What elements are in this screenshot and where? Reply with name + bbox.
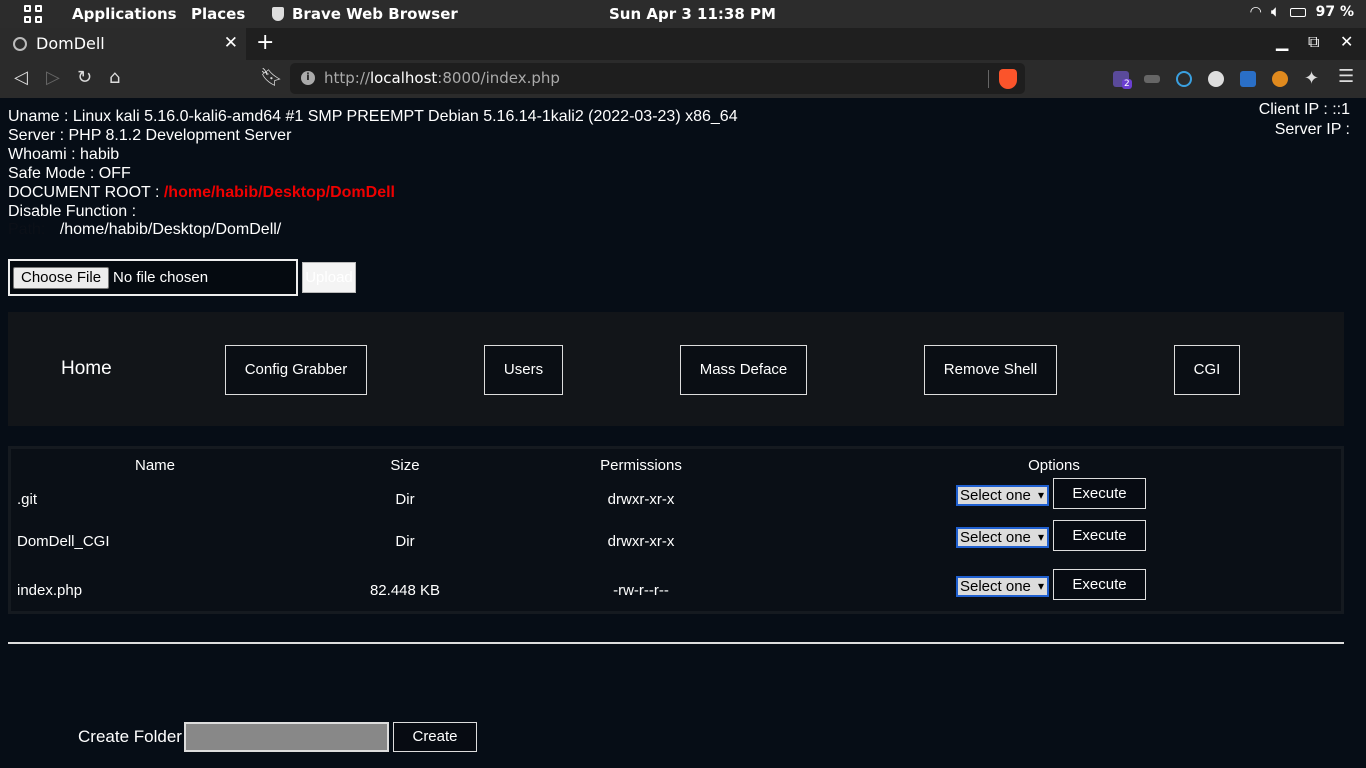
ip-info: Client IP : ::1 Server IP : <box>1259 100 1350 140</box>
globe-icon <box>13 37 27 51</box>
file-permissions: drwxr-xr-x <box>607 491 675 508</box>
menu-icon[interactable]: ☰ <box>1338 66 1354 87</box>
header-name: Name <box>134 457 175 474</box>
wifi-icon[interactable]: ◠ <box>1250 4 1261 20</box>
options-select[interactable]: Select one <box>956 485 1049 506</box>
execute-button[interactable]: Execute <box>1053 520 1146 551</box>
site-info-icon[interactable]: i <box>301 71 315 85</box>
cookie-extension-icon[interactable] <box>1272 71 1288 87</box>
home-link[interactable]: Home <box>61 358 112 380</box>
file-permissions: drwxr-xr-x <box>607 533 675 550</box>
file-name[interactable]: DomDell_CGI <box>17 533 110 550</box>
back-icon[interactable]: ◁ <box>14 67 28 88</box>
close-tab-icon[interactable]: ✕ <box>224 33 238 53</box>
server-ip: Server IP : <box>1274 121 1350 138</box>
uname-line: Uname : Linux kali 5.16.0-kali6-amd64 #1… <box>8 108 738 125</box>
file-permissions: -rw-r--r-- <box>613 582 669 599</box>
upload-button[interactable]: Upload <box>302 262 356 293</box>
path-value[interactable]: /home/habib/Desktop/DomDell/ <box>60 221 281 238</box>
choose-file-button[interactable]: Choose File <box>13 267 110 289</box>
reload-icon[interactable]: ↻ <box>77 67 92 88</box>
create-folder-button[interactable]: Create <box>393 722 477 752</box>
remove-shell-button[interactable]: Remove Shell <box>924 345 1057 395</box>
file-table: Name Size Permissions Options .git Dir d… <box>8 446 1344 614</box>
close-window-icon[interactable]: ✕ <box>1340 32 1353 51</box>
home-icon[interactable]: ⌂ <box>109 67 120 88</box>
battery-percent[interactable]: 97 % <box>1316 4 1354 20</box>
disable-function-line: Disable Function : <box>8 203 137 220</box>
mass-deface-button[interactable]: Mass Deface <box>680 345 807 395</box>
tool-menu: Home Config Grabber Users Mass Deface Re… <box>8 312 1344 426</box>
file-name[interactable]: index.php <box>17 582 82 599</box>
tab-strip: DomDell ✕ + ▁ ⧉ ✕ <box>0 28 1366 60</box>
places-menu[interactable]: Places <box>191 5 245 23</box>
header-permissions: Permissions <box>600 457 682 474</box>
users-button[interactable]: Users <box>484 345 563 395</box>
file-size: Dir <box>395 533 415 550</box>
file-input[interactable]: Choose File No file chosen <box>8 259 298 296</box>
translate-extension-icon[interactable] <box>1240 71 1256 87</box>
config-grabber-button[interactable]: Config Grabber <box>225 345 367 395</box>
browser-toolbar: ◁ ▷ ↻ ⌂ 🔖︎ i http://localhost:8000/index… <box>0 60 1366 98</box>
restore-icon[interactable]: ⧉ <box>1308 32 1319 52</box>
new-tab-icon[interactable]: + <box>256 30 274 55</box>
cookie-editor-icon[interactable] <box>1208 71 1224 87</box>
client-ip: Client IP : ::1 <box>1258 101 1350 118</box>
url-text[interactable]: http://localhost:8000/index.php <box>324 69 560 87</box>
whoami-line: Whoami : habib <box>8 146 120 163</box>
file-size: Dir <box>395 491 415 508</box>
header-options: Options <box>1028 457 1080 474</box>
applications-menu[interactable]: Applications <box>72 5 177 23</box>
extensions-puzzle-icon[interactable]: ✦ <box>1304 68 1319 89</box>
document-root-path: /home/habib/Desktop/DomDell <box>163 184 395 201</box>
server-info: Uname : Linux kali 5.16.0-kali6-amd64 #1… <box>8 107 738 221</box>
execute-button[interactable]: Execute <box>1053 478 1146 509</box>
active-app-name[interactable]: Brave Web Browser <box>292 5 458 23</box>
system-top-bar: Applications Places Brave Web Browser Su… <box>0 0 1366 28</box>
url-separator <box>988 70 989 88</box>
path-label: Path: <box>8 221 46 238</box>
cgi-button[interactable]: CGI <box>1174 345 1240 395</box>
file-size: 82.448 KB <box>369 582 441 599</box>
forward-icon[interactable]: ▷ <box>46 67 60 88</box>
browser-tab[interactable]: DomDell ✕ <box>0 28 246 60</box>
brave-app-icon <box>272 7 284 21</box>
brave-shields-icon[interactable] <box>999 69 1017 89</box>
execute-button[interactable]: Execute <box>1053 569 1146 600</box>
app-grid-icon[interactable] <box>24 5 42 23</box>
options-select[interactable]: Select one <box>956 576 1049 597</box>
divider <box>8 642 1344 644</box>
php-extension-icon[interactable]: 2 <box>1113 71 1132 89</box>
extension-badge: 2 <box>1122 79 1132 89</box>
options-select[interactable]: Select one <box>956 527 1049 548</box>
bookmark-icon[interactable]: 🔖︎ <box>260 67 283 88</box>
server-line: Server : PHP 8.1.2 Development Server <box>8 127 292 144</box>
hat-extension-icon[interactable] <box>1144 75 1160 83</box>
minimize-icon[interactable]: ▁ <box>1276 32 1288 51</box>
tab-title: DomDell <box>36 34 105 53</box>
wappalyzer-icon[interactable] <box>1176 71 1192 87</box>
create-folder-label: Create Folder <box>78 727 182 746</box>
safe-mode-line: Safe Mode : OFF <box>8 165 131 182</box>
address-bar[interactable]: i http://localhost:8000/index.php <box>290 63 1025 94</box>
no-file-label: No file chosen <box>113 269 209 286</box>
page-content: Uname : Linux kali 5.16.0-kali6-amd64 #1… <box>0 98 1366 768</box>
file-name[interactable]: .git <box>17 491 37 508</box>
volume-icon[interactable]: 🔈︎ <box>1271 4 1279 20</box>
folder-name-input[interactable] <box>184 722 389 752</box>
header-size: Size <box>390 457 420 474</box>
battery-icon[interactable] <box>1289 7 1306 17</box>
current-path: Path: /home/habib/Desktop/DomDell/ <box>8 221 281 239</box>
document-root-line: DOCUMENT ROOT : /home/habib/Desktop/DomD… <box>8 184 395 201</box>
clock[interactable]: Sun Apr 3 11:38 PM <box>609 5 776 23</box>
